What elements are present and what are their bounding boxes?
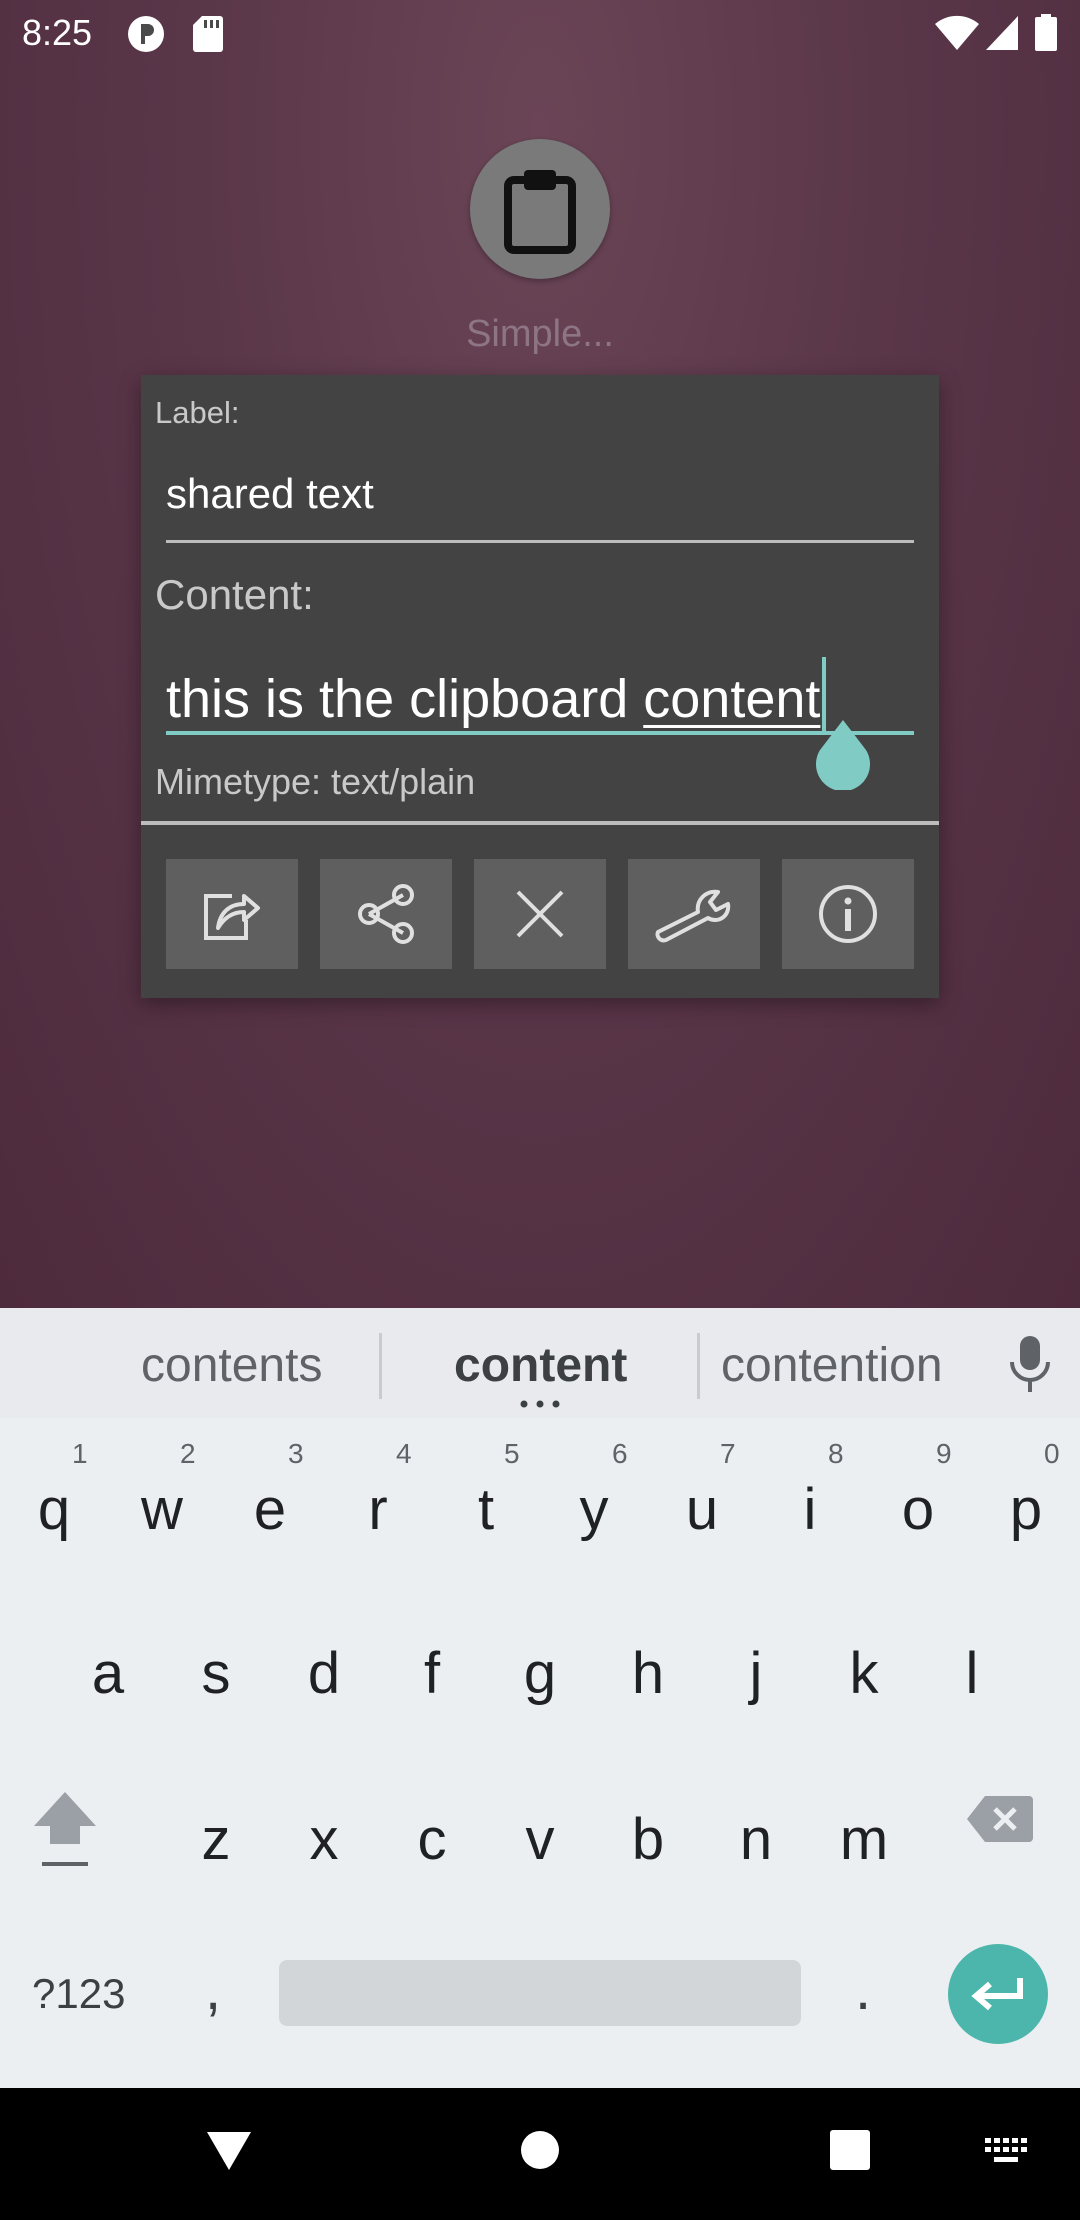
key-b[interactable]: b — [594, 1766, 702, 1916]
info-icon — [819, 885, 877, 943]
key-y[interactable]: 6y — [540, 1426, 648, 1576]
shift-icon — [34, 1792, 96, 1866]
cellular-signal-icon — [984, 14, 1020, 57]
key-m[interactable]: m — [810, 1766, 918, 1916]
status-time: 8:25 — [22, 12, 93, 53]
content-input-underline — [166, 731, 914, 735]
content-caption: Content: — [155, 571, 314, 618]
mimetype-label: Mimetype: text/plain — [155, 761, 476, 802]
composing-word: content — [643, 669, 821, 729]
key-q[interactable]: 1q — [0, 1426, 108, 1576]
key-s[interactable]: s — [162, 1600, 270, 1750]
content-input[interactable]: this is the clipboard content — [166, 657, 914, 735]
status-bar: 8:25 — [0, 0, 1080, 66]
navigation-bar — [0, 2088, 1080, 2220]
key-w[interactable]: 2w — [108, 1426, 216, 1576]
label-input[interactable]: shared text — [166, 470, 914, 518]
backspace-key[interactable] — [965, 1794, 1045, 1854]
label-input-underline — [166, 540, 914, 543]
content-text: this is the clipboard — [166, 669, 644, 729]
key-z[interactable]: z — [162, 1766, 270, 1916]
keyboard-switcher-icon[interactable] — [984, 2136, 1028, 2171]
app-name: Simple... — [466, 313, 614, 355]
spacebar[interactable] — [279, 1960, 801, 2026]
enter-key[interactable] — [948, 1944, 1048, 2044]
key-l[interactable]: l — [918, 1600, 1026, 1750]
edit-icon — [204, 894, 260, 940]
key-f[interactable]: f — [378, 1600, 486, 1750]
microphone-icon[interactable] — [1006, 1334, 1054, 1399]
suggestion-divider — [697, 1333, 700, 1399]
suggestion-divider — [379, 1333, 382, 1399]
key-p[interactable]: 0p — [972, 1426, 1080, 1576]
clipboard-icon — [504, 170, 576, 254]
suggestion-left[interactable]: contents — [141, 1338, 322, 1393]
key-h[interactable]: h — [594, 1600, 702, 1750]
suggestion-right[interactable]: contention — [721, 1338, 943, 1393]
key-i[interactable]: 8i — [756, 1426, 864, 1576]
backspace-icon — [967, 1796, 1033, 1842]
soft-keyboard: contents content contention 1q 2w 3e 4r … — [0, 1308, 1080, 2088]
key-k[interactable]: k — [810, 1600, 918, 1750]
app-notification-icon — [126, 14, 166, 59]
key-c[interactable]: c — [378, 1766, 486, 1916]
label-caption: Label: — [155, 395, 240, 430]
suggestion-center[interactable]: content — [454, 1338, 627, 1393]
back-triangle-icon[interactable] — [205, 2128, 253, 2177]
key-n[interactable]: n — [702, 1766, 810, 1916]
symbols-key[interactable]: ?123 — [32, 1970, 125, 2018]
edit-button[interactable] — [166, 859, 298, 969]
info-button[interactable] — [782, 859, 914, 969]
key-x[interactable]: x — [270, 1766, 378, 1916]
key-t[interactable]: 5t — [432, 1426, 540, 1576]
tools-button[interactable] — [628, 859, 760, 969]
key-g[interactable]: g — [486, 1600, 594, 1750]
share-icon — [358, 884, 414, 944]
suggestion-strip: contents content contention — [0, 1308, 1080, 1418]
key-d[interactable]: d — [270, 1600, 378, 1750]
clipboard-dialog: Label: shared text Content: this is the … — [141, 375, 939, 998]
key-j[interactable]: j — [702, 1600, 810, 1750]
share-button[interactable] — [320, 859, 452, 969]
battery-icon — [1034, 14, 1058, 57]
close-icon — [516, 890, 564, 938]
sd-card-icon — [192, 14, 224, 57]
key-u[interactable]: 7u — [648, 1426, 756, 1576]
action-bar — [166, 859, 914, 969]
key-o[interactable]: 9o — [864, 1426, 972, 1576]
wifi-icon — [934, 14, 980, 57]
home-circle-icon[interactable] — [520, 2128, 560, 2177]
period-key[interactable]: . — [855, 1956, 871, 2023]
cursor-handle[interactable] — [816, 720, 870, 792]
enter-icon — [971, 1978, 1023, 2011]
comma-key[interactable]: , — [205, 1956, 221, 2023]
more-suggestions-icon[interactable] — [518, 1400, 562, 1408]
delete-button[interactable] — [474, 859, 606, 969]
key-v[interactable]: v — [486, 1766, 594, 1916]
key-r[interactable]: 4r — [324, 1426, 432, 1576]
dialog-divider — [141, 821, 939, 825]
recents-square-icon[interactable] — [828, 2128, 872, 2177]
shift-key[interactable] — [30, 1786, 120, 1886]
clipboard-app-icon[interactable] — [470, 139, 610, 279]
wrench-icon — [655, 889, 731, 943]
key-a[interactable]: a — [54, 1600, 162, 1750]
key-e[interactable]: 3e — [216, 1426, 324, 1576]
